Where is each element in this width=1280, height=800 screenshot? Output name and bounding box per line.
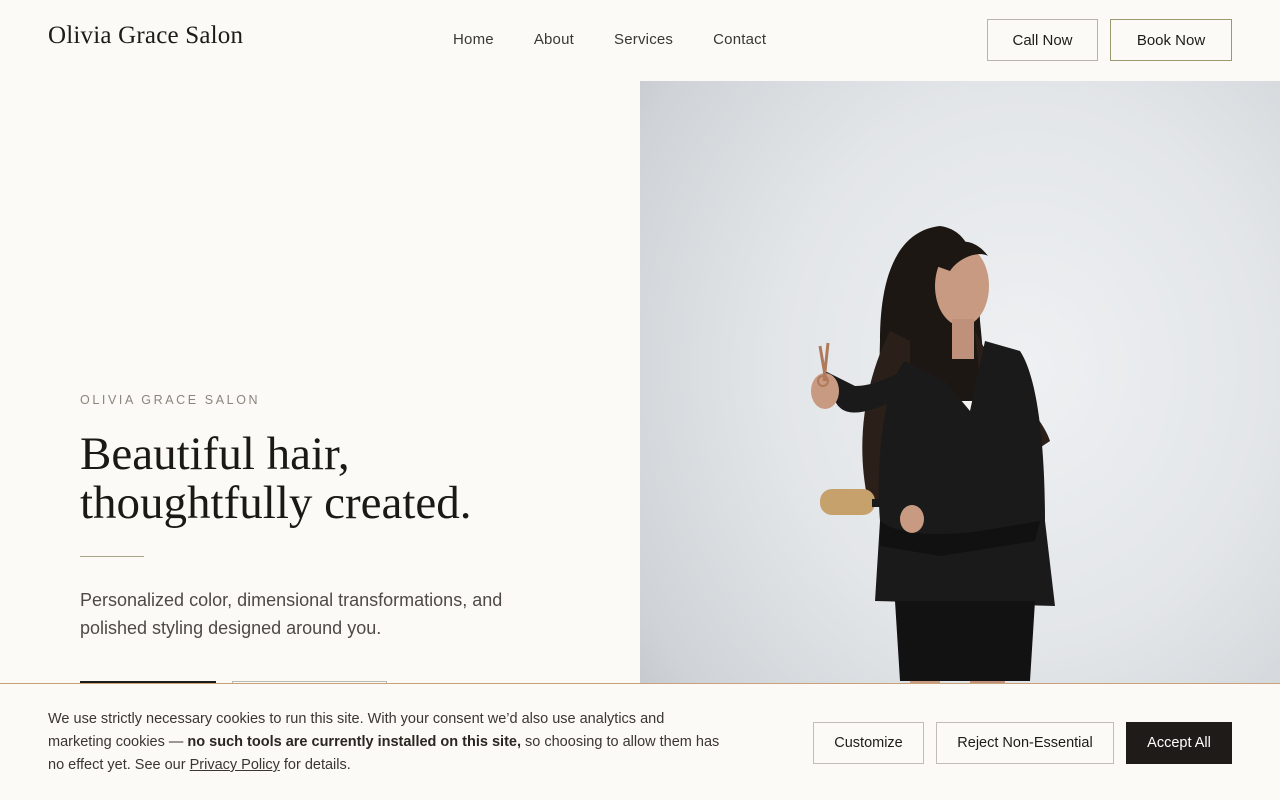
call-now-button[interactable]: Call Now [987, 19, 1098, 61]
headline-line-2: thoughtfully created. [80, 477, 472, 529]
accept-all-button[interactable]: Accept All [1126, 722, 1232, 764]
nav-contact[interactable]: Contact [713, 31, 766, 48]
nav-services[interactable]: Services [614, 31, 673, 48]
nav-about[interactable]: About [534, 31, 574, 48]
cookie-message: We use strictly necessary cookies to run… [48, 708, 728, 777]
nav-home[interactable]: Home [453, 31, 494, 48]
headline-line-1: Beautiful hair, [80, 428, 350, 480]
hero-eyebrow: OLIVIA GRACE SALON [80, 393, 261, 407]
hero-headline: Beautiful hair, thoughtfully created. [80, 430, 600, 528]
main-nav: Home About Services Contact [453, 31, 806, 48]
reject-non-essential-button[interactable]: Reject Non-Essential [936, 722, 1114, 764]
privacy-policy-link[interactable]: Privacy Policy [190, 757, 280, 773]
site-header: Olivia Grace Salon Home About Services C… [0, 0, 1280, 81]
cookie-text-bold: no such tools are currently installed on… [187, 734, 521, 750]
cookie-text-end: for details. [279, 757, 351, 773]
brand-logo[interactable]: Olivia Grace Salon [48, 22, 243, 50]
hero-divider [80, 556, 144, 557]
hero-subtext: Personalized color, dimensional transfor… [80, 590, 503, 638]
customize-button[interactable]: Customize [813, 722, 924, 764]
book-now-button[interactable]: Book Now [1110, 19, 1232, 61]
cookie-banner: We use strictly necessary cookies to run… [0, 683, 1280, 800]
